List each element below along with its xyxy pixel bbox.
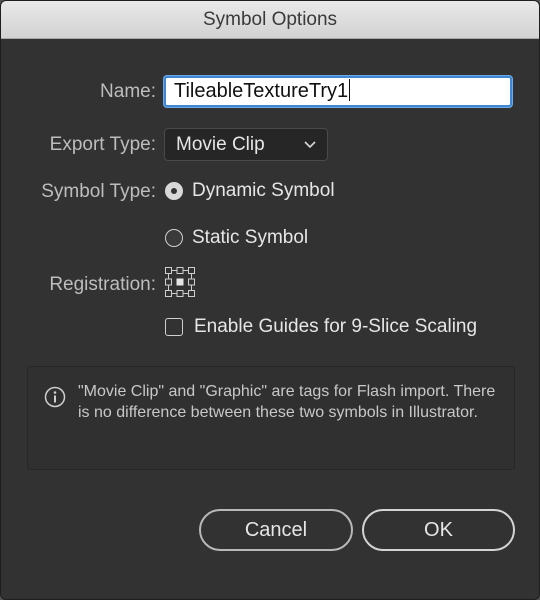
ok-button[interactable]: OK xyxy=(362,509,515,551)
text-cursor xyxy=(349,79,351,101)
radio-button-selected[interactable] xyxy=(165,182,183,200)
name-input[interactable]: TileableTextureTry1 xyxy=(164,76,512,107)
checkbox[interactable] xyxy=(165,318,183,336)
dialog-title: Symbol Options xyxy=(1,1,539,39)
radio-dynamic-symbol-label: Dynamic Symbol xyxy=(192,180,335,201)
radio-static-symbol[interactable]: Static Symbol xyxy=(165,226,308,250)
radio-dynamic-symbol[interactable]: Dynamic Symbol xyxy=(165,179,335,203)
radio-button[interactable] xyxy=(165,229,183,247)
info-icon xyxy=(44,386,66,408)
enable-9-slice-guides[interactable]: Enable Guides for 9-Slice Scaling xyxy=(165,315,477,339)
cancel-button[interactable]: Cancel xyxy=(199,509,353,551)
name-label: Name: xyxy=(100,81,156,102)
export-type-value: Movie Clip xyxy=(176,134,265,155)
symbol-type-label: Symbol Type: xyxy=(41,181,156,202)
info-panel: "Movie Clip" and "Graphic" are tags for … xyxy=(27,366,515,470)
registration-label: Registration: xyxy=(49,274,156,295)
symbol-options-dialog: Symbol Options Name: TileableTextureTry1… xyxy=(0,0,540,600)
radio-static-symbol-label: Static Symbol xyxy=(192,227,309,248)
registration-grid-icon[interactable] xyxy=(164,266,196,298)
enable-9-slice-guides-label: Enable Guides for 9-Slice Scaling xyxy=(194,316,478,337)
export-type-select[interactable]: Movie Clip xyxy=(164,128,328,161)
export-type-label: Export Type: xyxy=(49,134,156,155)
chevron-down-icon xyxy=(304,141,316,149)
name-input-value: TileableTextureTry1 xyxy=(174,80,349,102)
info-text: "Movie Clip" and "Graphic" are tags for … xyxy=(78,383,496,421)
